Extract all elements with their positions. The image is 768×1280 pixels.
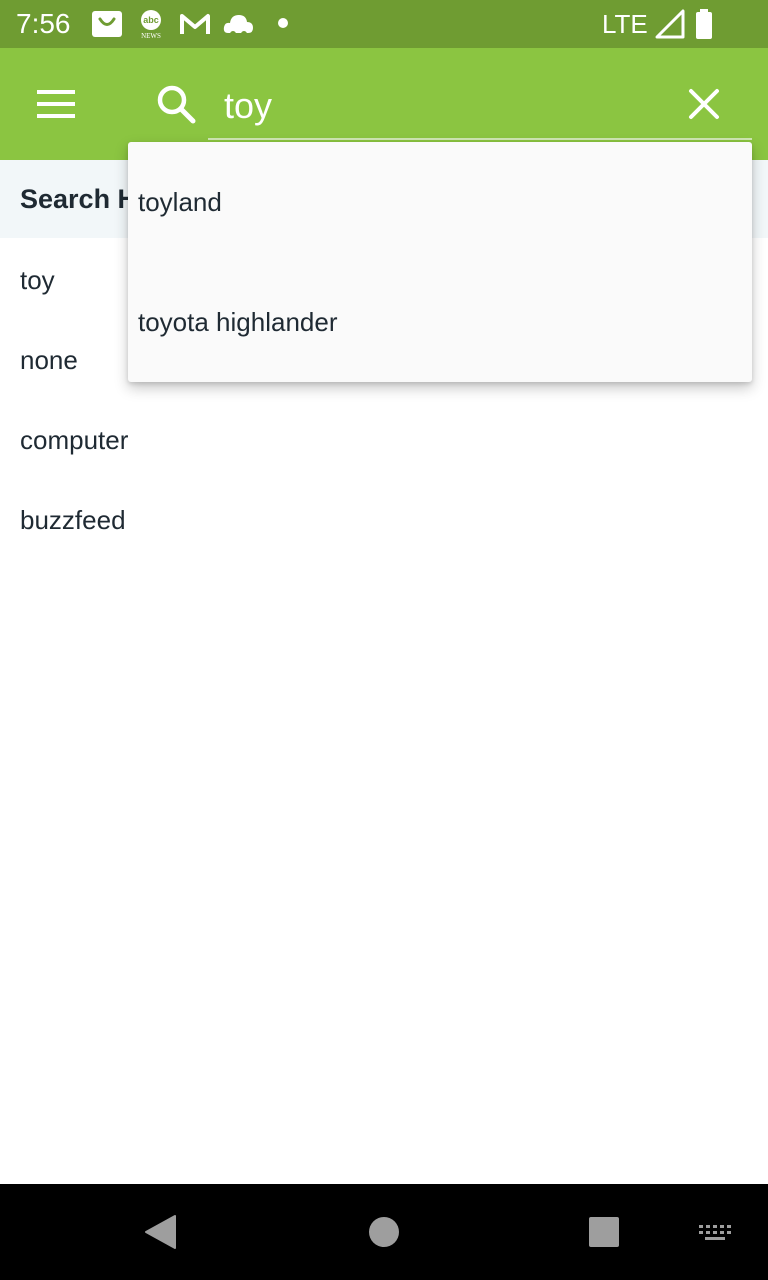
cloud-icon: [223, 15, 253, 37]
network-type: LTE: [602, 9, 648, 39]
navigation-bar: [0, 1184, 768, 1280]
notification-dot: [278, 18, 288, 28]
battery-icon: [696, 9, 712, 39]
history-item-buzzfeed[interactable]: buzzfeed: [0, 478, 768, 558]
signal-icon: [655, 9, 685, 39]
home-icon: [369, 1217, 399, 1247]
close-icon: [689, 89, 719, 119]
recents-button[interactable]: [580, 1208, 628, 1256]
search-input-underline: [208, 138, 752, 140]
back-button[interactable]: [137, 1208, 185, 1256]
suggestion-toyota-highlander[interactable]: toyota highlander: [128, 262, 752, 382]
search-input[interactable]: [208, 76, 658, 136]
status-time: 7:56: [16, 8, 71, 39]
suggestions-dropdown: toyland toyota highlander: [128, 142, 752, 382]
shopping-bag-icon: [92, 11, 122, 37]
gmail-icon: [180, 14, 210, 34]
home-button[interactable]: [360, 1208, 408, 1256]
back-icon: [145, 1215, 176, 1249]
menu-button[interactable]: [24, 78, 88, 130]
recents-icon: [589, 1217, 619, 1247]
abc-news-icon: abc NEWS: [141, 10, 161, 40]
history-item-computer[interactable]: computer: [0, 398, 768, 478]
keyboard-icon: [699, 1225, 731, 1240]
status-bar: 7:56 abc NEWS LTE: [0, 0, 768, 48]
svg-text:abc: abc: [143, 15, 159, 25]
keyboard-button[interactable]: [692, 1208, 740, 1256]
menu-icon: [37, 90, 75, 118]
search-icon: [157, 85, 196, 124]
clear-search-button[interactable]: [676, 76, 732, 132]
svg-text:NEWS: NEWS: [141, 32, 161, 40]
suggestion-toyland[interactable]: toyland: [128, 142, 752, 262]
